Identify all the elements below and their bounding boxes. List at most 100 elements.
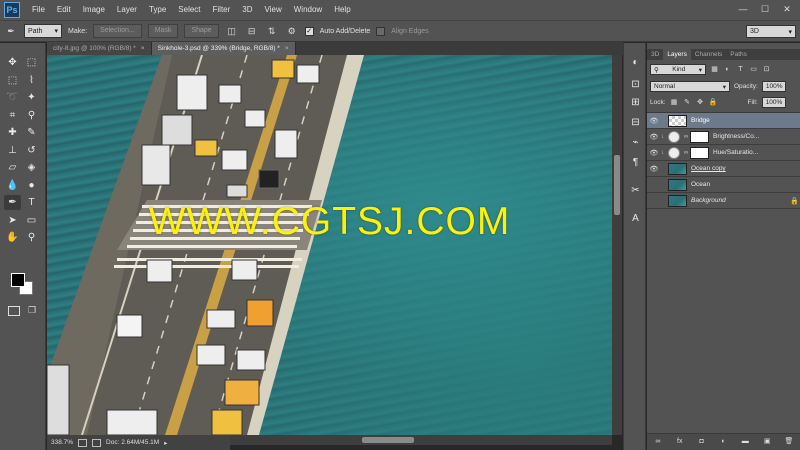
tab-paths[interactable]: Paths	[726, 49, 751, 60]
new-group-icon[interactable]: ▬	[740, 437, 750, 447]
crop-tool-icon[interactable]: ⌗	[4, 108, 21, 123]
visibility-eye-icon[interactable]: 👁	[647, 197, 661, 205]
tab-channels[interactable]: Channels	[691, 49, 726, 60]
filter-type-icon[interactable]: T	[736, 65, 745, 74]
opacity-input[interactable]: 100%	[761, 81, 786, 92]
filter-shape-icon[interactable]: ▭	[749, 65, 758, 74]
auto-add-delete-checkbox[interactable]: ✓	[304, 26, 314, 36]
color-panel-icon[interactable]: ◐	[628, 55, 643, 70]
character-panel-icon[interactable]: A	[628, 211, 643, 226]
layer-filter-select[interactable]: ⚲ Kind ▾	[650, 64, 706, 75]
layer-row-bridge[interactable]: 👁 Bridge	[647, 113, 800, 129]
preview-icon[interactable]	[92, 438, 102, 447]
close-button[interactable]: ✕	[778, 2, 796, 16]
menu-view[interactable]: View	[259, 0, 288, 20]
healing-brush-icon[interactable]: ✚	[4, 125, 21, 140]
brush-tool-icon[interactable]: ✎	[23, 125, 40, 140]
lock-transparency-icon[interactable]: ▦	[670, 98, 679, 107]
layer-row-ocean[interactable]: 👁 Ocean	[647, 177, 800, 193]
history-brush-icon[interactable]: ↺	[23, 143, 40, 158]
visibility-eye-icon[interactable]: 👁	[647, 165, 661, 173]
link-chain-icon[interactable]: ∞	[682, 134, 690, 140]
share-icon[interactable]	[78, 438, 88, 447]
eraser-tool-icon[interactable]: ▱	[4, 160, 21, 175]
close-icon[interactable]: ×	[141, 45, 145, 52]
foreground-color-swatch[interactable]	[11, 273, 25, 287]
hand-tool-icon[interactable]: ✋	[4, 230, 21, 245]
zoom-tool-icon[interactable]: ⚲	[23, 230, 40, 245]
screen-mode-icon[interactable]: ❐	[28, 305, 40, 317]
marquee-tool-icon[interactable]: ⬚	[4, 73, 21, 88]
close-icon[interactable]: ×	[285, 45, 289, 52]
link-chain-icon[interactable]: ∞	[682, 150, 690, 156]
tab-sinkhole-3[interactable]: Sinkhole-3.psd @ 339% (Bridge, RGB/8) * ×	[151, 42, 296, 55]
delete-layer-icon[interactable]: 🗑	[784, 437, 794, 447]
align-edges-checkbox[interactable]	[376, 26, 386, 36]
menu-window[interactable]: Window	[288, 0, 328, 20]
tool-mode-select[interactable]: Path ▾	[24, 24, 62, 38]
menu-layer[interactable]: Layer	[111, 0, 143, 20]
blur-tool-icon[interactable]: 💧	[4, 178, 21, 193]
properties-panel-icon[interactable]: ⊞	[628, 95, 643, 110]
make-mask-button[interactable]: Mask	[147, 24, 179, 38]
visibility-eye-icon[interactable]: 👁	[647, 133, 661, 141]
brush-panel-icon[interactable]: ⌁	[628, 135, 643, 150]
visibility-eye-icon[interactable]: 👁	[647, 117, 661, 125]
menu-3d[interactable]: 3D	[236, 0, 258, 20]
eyedropper-tool-icon[interactable]: ⚲	[23, 108, 40, 123]
menu-filter[interactable]: Filter	[207, 0, 237, 20]
vertical-scrollbar[interactable]	[612, 55, 622, 435]
history-panel-icon[interactable]: ⊟	[628, 115, 643, 130]
menu-select[interactable]: Select	[172, 0, 206, 20]
lasso-tool-icon[interactable]: ➰	[4, 90, 21, 105]
quick-mask-icon[interactable]	[8, 306, 20, 316]
make-shape-button[interactable]: Shape	[184, 24, 219, 38]
visibility-eye-icon[interactable]: 👁	[647, 181, 661, 189]
clone-stamp-icon[interactable]: ⊥	[4, 143, 21, 158]
new-layer-icon[interactable]: ▣	[762, 437, 772, 447]
selection-brush-icon[interactable]: ⌇	[23, 73, 40, 88]
menu-type[interactable]: Type	[143, 0, 172, 20]
make-selection-button[interactable]: Selection...	[93, 24, 142, 38]
path-selection-icon[interactable]: ➤	[4, 213, 21, 228]
type-tool-icon[interactable]: T	[23, 195, 40, 210]
move-tool-icon[interactable]: ✥	[4, 55, 21, 70]
dodge-tool-icon[interactable]: ●	[23, 178, 40, 193]
gear-icon[interactable]: ⚙	[285, 24, 299, 38]
horizontal-scroll-thumb[interactable]	[362, 437, 414, 443]
horizontal-scrollbar[interactable]	[230, 435, 612, 445]
menu-file[interactable]: File	[26, 0, 51, 20]
layer-style-icon[interactable]: fx	[675, 437, 685, 447]
fill-input[interactable]: 100%	[761, 97, 786, 108]
chevron-right-icon[interactable]: ▸	[164, 439, 167, 447]
menu-image[interactable]: Image	[77, 0, 111, 20]
path-arrangement-icon[interactable]: ⇅	[265, 24, 279, 38]
blend-mode-select[interactable]: Normal ▾	[650, 81, 730, 92]
path-alignment-icon[interactable]: ⊟	[245, 24, 259, 38]
document-canvas[interactable]: WWW.CGTSJ.COM	[47, 55, 612, 435]
menu-edit[interactable]: Edit	[51, 0, 77, 20]
vertical-scroll-thumb[interactable]	[614, 155, 620, 215]
magic-wand-tool-icon[interactable]: ✦	[23, 90, 40, 105]
paint-bucket-icon[interactable]: ◈	[23, 160, 40, 175]
lock-all-icon[interactable]: 🔒	[709, 98, 718, 107]
layer-row-ocean-copy[interactable]: 👁 Ocean copy	[647, 161, 800, 177]
pen-tool-icon[interactable]: ✒	[4, 195, 21, 210]
artboard-tool-icon[interactable]: ⬚	[23, 55, 40, 70]
add-mask-icon[interactable]: ◘	[697, 437, 707, 447]
layer-row-hue-saturation[interactable]: 👁 ↓ ∞ Hue/Saturatio...	[647, 145, 800, 161]
tab-layers[interactable]: Layers	[663, 49, 691, 60]
link-layers-icon[interactable]: ∞	[653, 437, 663, 447]
new-adjustment-icon[interactable]: ◐	[718, 437, 728, 447]
tab-3d[interactable]: 3D	[647, 49, 663, 60]
lock-pixels-icon[interactable]: ✎	[683, 98, 692, 107]
lock-position-icon[interactable]: ✥	[696, 98, 705, 107]
zoom-level[interactable]: 338.7%	[51, 439, 73, 446]
layer-row-brightness-contrast[interactable]: 👁 ↓ ∞ Brightness/Co...	[647, 129, 800, 145]
maximize-button[interactable]: ☐	[756, 2, 774, 16]
pen-tool-preset-icon[interactable]: ✒	[4, 24, 18, 38]
tab-city-8[interactable]: city-8.jpg @ 100% (RGB/8) * ×	[47, 42, 152, 55]
workspace-select[interactable]: 3D ▾	[746, 25, 796, 38]
adjustments-panel-icon[interactable]: ⊡	[628, 77, 643, 92]
filter-smart-object-icon[interactable]: ⊡	[762, 65, 771, 74]
